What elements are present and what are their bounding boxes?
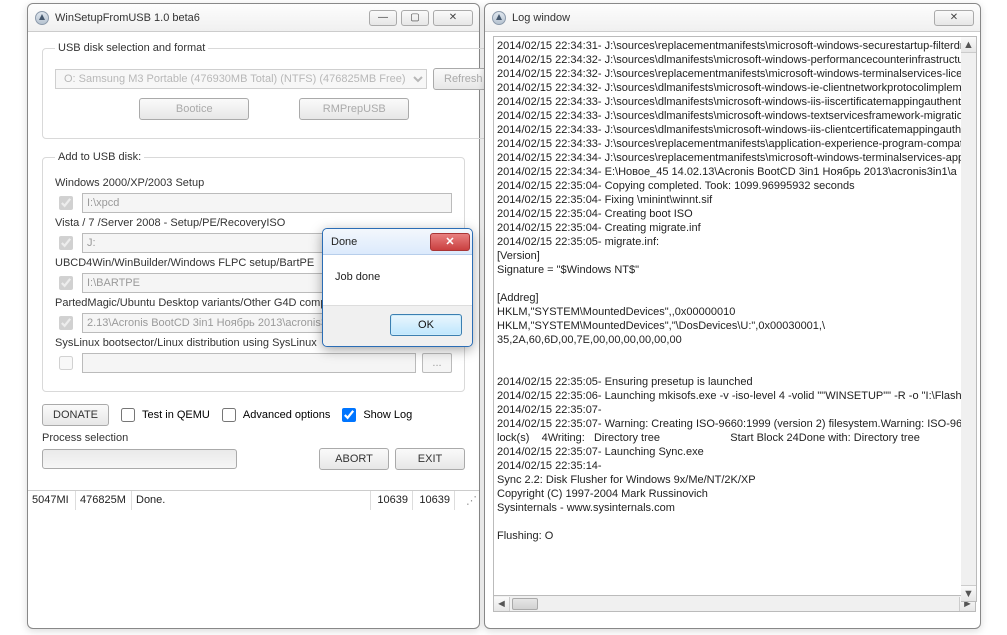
- donate-button[interactable]: DONATE: [42, 404, 109, 426]
- status-cell-2: 476825M: [76, 491, 132, 510]
- item-path-0[interactable]: [82, 193, 452, 213]
- app-icon: [491, 10, 507, 26]
- test-qemu-option[interactable]: Test in QEMU: [117, 405, 210, 425]
- log-close-button[interactable]: ✕: [934, 10, 974, 26]
- show-log-option[interactable]: Show Log: [338, 405, 412, 425]
- dialog-message: Job done: [323, 255, 472, 305]
- item-path-4[interactable]: [82, 353, 416, 373]
- close-button[interactable]: ✕: [433, 10, 473, 26]
- log-window: Log window ✕ 2014/02/15 22:34:31- J:\sou…: [484, 3, 981, 629]
- status-bar: 5047MI 476825M Done. 10639 10639 ⋰: [28, 490, 479, 510]
- dialog-title: Done: [331, 236, 430, 248]
- scroll-down-icon[interactable]: ▼: [961, 585, 976, 601]
- status-cell-5: 10639: [413, 491, 455, 510]
- h-scroll-thumb[interactable]: [512, 598, 538, 610]
- item-label-0: Windows 2000/XP/2003 Setup: [55, 177, 452, 189]
- log-titlebar[interactable]: Log window ✕: [485, 4, 980, 32]
- exit-button[interactable]: EXIT: [395, 448, 465, 470]
- ok-button[interactable]: OK: [390, 314, 462, 336]
- dialog-close-button[interactable]: ✕: [430, 233, 470, 251]
- item-checkbox-2[interactable]: [59, 276, 73, 290]
- maximize-button[interactable]: ▢: [401, 10, 429, 26]
- app-icon: [34, 10, 50, 26]
- status-cell-1: 5047MI: [28, 491, 76, 510]
- item-checkbox-3[interactable]: [59, 316, 73, 330]
- h-scrollbar[interactable]: ◄ ►: [493, 596, 976, 612]
- item-checkbox-0[interactable]: [59, 196, 73, 210]
- minimize-button[interactable]: —: [369, 10, 397, 26]
- item-checkbox-1[interactable]: [59, 236, 73, 250]
- status-cell-3: Done.: [132, 491, 371, 510]
- progress-bar: [42, 449, 237, 469]
- dialog-titlebar[interactable]: Done ✕: [323, 229, 472, 255]
- add-legend: Add to USB disk:: [55, 151, 144, 163]
- drive-select[interactable]: O: Samsung M3 Portable (476930MB Total) …: [55, 69, 427, 89]
- scroll-up-icon[interactable]: ▲: [961, 37, 976, 53]
- resize-grip-icon[interactable]: ⋰: [455, 491, 479, 510]
- abort-button[interactable]: ABORT: [319, 448, 389, 470]
- usb-legend: USB disk selection and format: [55, 42, 208, 54]
- main-titlebar[interactable]: WinSetupFromUSB 1.0 beta6 — ▢ ✕: [28, 4, 479, 32]
- process-section-label: Process selection: [42, 432, 465, 444]
- done-dialog: Done ✕ Job done OK: [322, 228, 473, 347]
- log-title: Log window: [512, 12, 934, 24]
- status-cell-4: 10639: [371, 491, 413, 510]
- v-scrollbar[interactable]: ▲ ▼: [961, 36, 977, 602]
- scroll-left-icon[interactable]: ◄: [494, 597, 510, 611]
- bootice-button[interactable]: Bootice: [139, 98, 249, 120]
- advanced-options[interactable]: Advanced options: [218, 405, 330, 425]
- item-checkbox-4[interactable]: [59, 356, 73, 370]
- browse-button[interactable]: ...: [422, 353, 452, 373]
- usb-selection-group: USB disk selection and format O: Samsung…: [42, 42, 507, 139]
- main-title: WinSetupFromUSB 1.0 beta6: [55, 12, 369, 24]
- rmprepusb-button[interactable]: RMPrepUSB: [299, 98, 409, 120]
- log-textarea[interactable]: 2014/02/15 22:34:31- J:\sources\replacem…: [493, 36, 976, 596]
